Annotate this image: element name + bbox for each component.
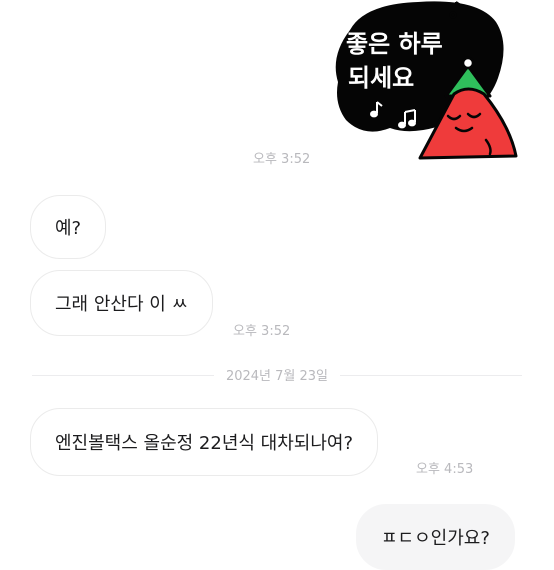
sticker-message[interactable]: 좋은 하루 되세요 (328, 0, 528, 162)
message-bubble-received[interactable]: 그래 안산다 이 ㅆ (30, 270, 214, 336)
sticker-text-line2: 되세요 (348, 64, 414, 92)
message-bubble-sent[interactable]: ㅍㄷㅇ인가요? (356, 504, 515, 570)
date-divider: 2024년 7월 23일 (32, 369, 522, 384)
message-text: ㅍㄷㅇ인가요? (381, 528, 490, 549)
message-bubble-received[interactable]: 엔진볼택스 올순정 22년식 대차되나여? (30, 408, 379, 476)
message-text: 그래 안산다 이 ㅆ (55, 294, 189, 315)
sticker-text-line1: 좋은 하루 (346, 30, 443, 58)
message-timestamp: 오후 4:53 (416, 462, 474, 477)
message-timestamp: 오후 3:52 (233, 324, 291, 339)
message-text: 예? (55, 218, 82, 239)
date-divider-label: 2024년 7월 23일 (225, 369, 329, 384)
message-text: 엔진볼택스 올순정 22년식 대차되나여? (55, 433, 354, 454)
sticker-image: 좋은 하루 되세요 (335, 1, 518, 160)
message-bubble-received[interactable]: 예? (30, 195, 107, 259)
message-timestamp: 오후 3:52 (253, 152, 311, 167)
